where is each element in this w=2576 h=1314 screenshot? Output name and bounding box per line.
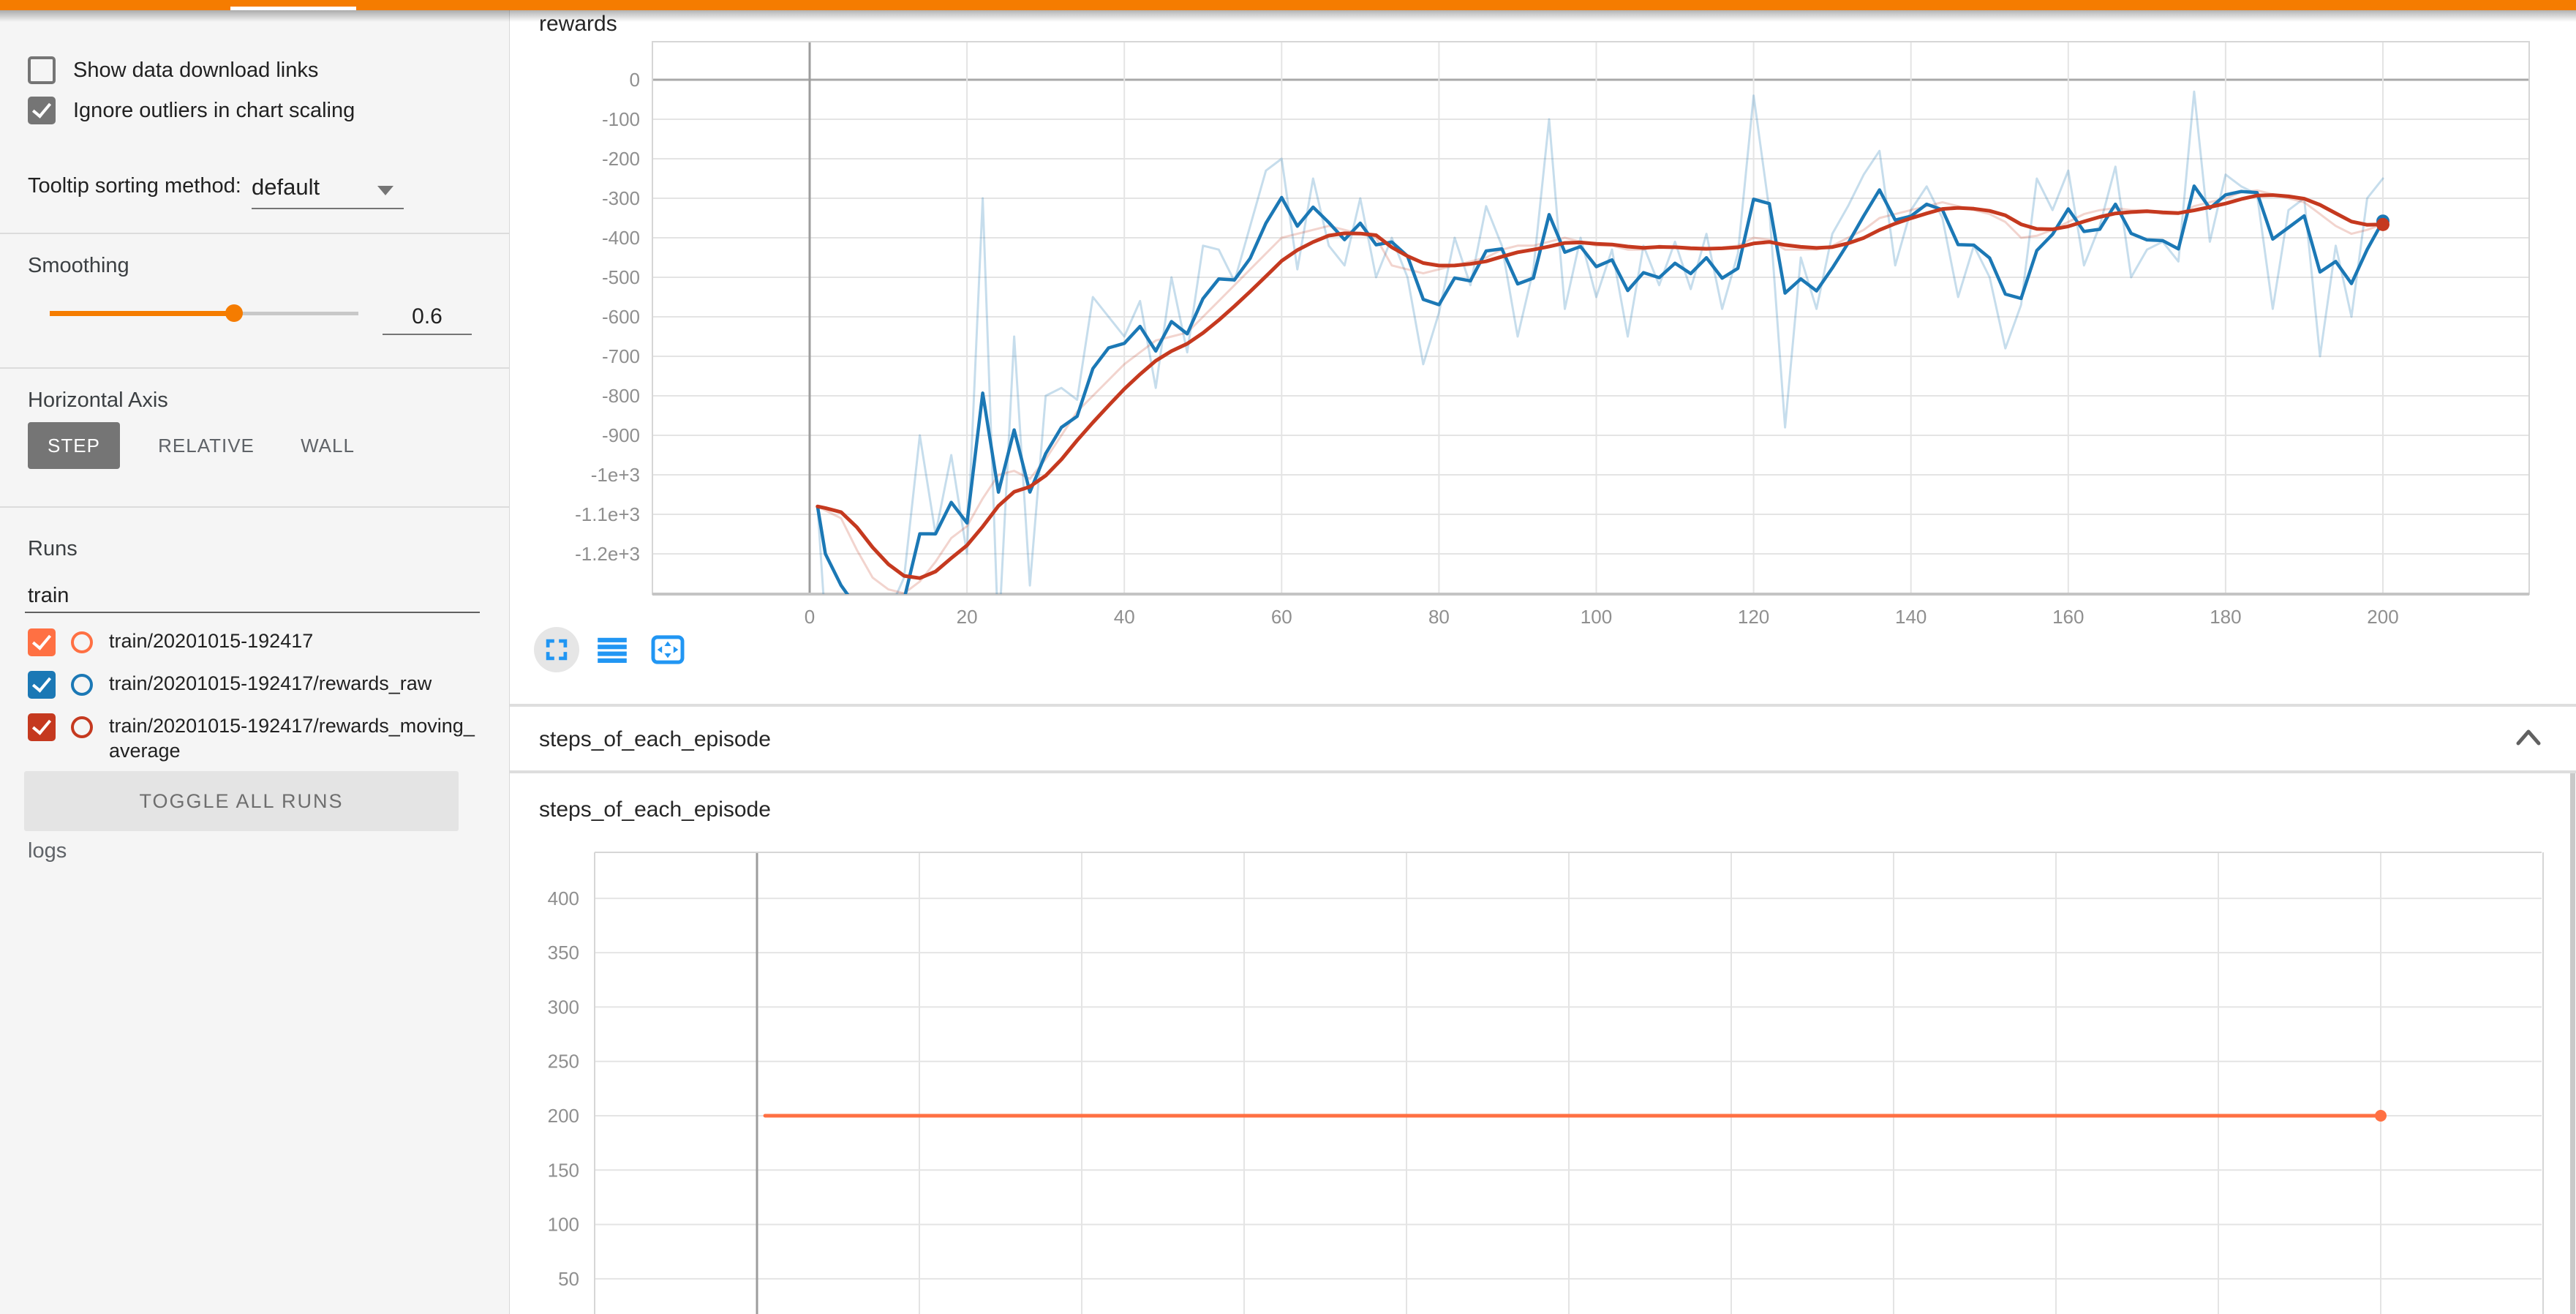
expand-chart-button[interactable]	[534, 627, 579, 672]
smoothing-value-input[interactable]	[383, 300, 472, 335]
svg-text:120: 120	[1738, 606, 1769, 628]
svg-text:-1e+3: -1e+3	[591, 464, 640, 486]
show-data-download-links-row[interactable]: Show data download links	[28, 56, 318, 85]
run-label: train/20201015-192417	[109, 628, 483, 653]
svg-text:300: 300	[548, 996, 579, 1018]
svg-text:400: 400	[548, 887, 579, 909]
svg-text:180: 180	[2210, 606, 2241, 628]
svg-text:-200: -200	[602, 148, 640, 170]
svg-text:20: 20	[957, 606, 978, 628]
fit-domain-icon	[651, 635, 685, 664]
tooltip-sorting-dropdown[interactable]: default	[252, 173, 404, 209]
runs-filter-input[interactable]	[25, 579, 480, 613]
divider	[510, 770, 2576, 773]
svg-text:-900: -900	[602, 424, 640, 446]
svg-text:200: 200	[2367, 606, 2398, 628]
header-shadow	[0, 10, 2576, 22]
svg-text:350: 350	[548, 942, 579, 964]
steps-chart-title: steps_of_each_episode	[539, 797, 771, 822]
svg-text:200: 200	[548, 1105, 579, 1127]
svg-text:0: 0	[630, 69, 640, 91]
run-radio[interactable]	[71, 674, 93, 696]
toggle-all-runs-button[interactable]: TOGGLE ALL RUNS	[24, 771, 459, 831]
fit-domain-button[interactable]	[645, 627, 690, 672]
app-header-bar	[0, 0, 2576, 10]
run-checkbox[interactable]	[28, 713, 56, 741]
svg-text:-300: -300	[602, 187, 640, 209]
divider	[0, 367, 509, 369]
ignore-outliers-row[interactable]: Ignore outliers in chart scaling	[28, 96, 355, 125]
check-icon	[32, 630, 51, 650]
divider	[510, 704, 2576, 707]
svg-text:-700: -700	[602, 345, 640, 367]
scalars-dashboard: rewards 0-100-200-300-400-500-600-700-80…	[510, 10, 2576, 1314]
steps-chart[interactable]: 400 350 300 250 200 150 100 50	[510, 849, 2576, 1314]
tooltip-sorting-label: Tooltip sorting method:	[28, 174, 241, 198]
chevron-down-icon	[377, 186, 393, 195]
fullscreen-icon	[543, 636, 570, 664]
checkbox-label: Ignore outliers in chart scaling	[73, 99, 355, 123]
horizontal-axis-label: Horizontal Axis	[28, 388, 168, 413]
svg-text:80: 80	[1428, 606, 1450, 628]
run-row[interactable]: train/20201015-192417/rewards_moving_ave…	[28, 713, 483, 763]
svg-text:-1.2e+3: -1.2e+3	[575, 543, 640, 565]
active-tab-indicator[interactable]	[230, 7, 356, 10]
check-icon	[32, 715, 51, 735]
check-icon	[32, 672, 51, 692]
svg-text:160: 160	[2052, 606, 2084, 628]
svg-text:-1.1e+3: -1.1e+3	[575, 503, 640, 525]
axis-step-button[interactable]: STEP	[28, 422, 120, 469]
run-radio[interactable]	[71, 631, 93, 653]
svg-text:250: 250	[548, 1051, 579, 1073]
settings-sidebar: Show data download links Ignore outliers…	[0, 10, 510, 1314]
check-icon	[32, 98, 51, 118]
series-list-icon	[596, 637, 628, 663]
svg-text:100: 100	[548, 1214, 579, 1236]
smoothing-slider[interactable]	[50, 309, 358, 318]
run-label: train/20201015-192417/rewards_moving_ave…	[109, 713, 483, 763]
svg-text:0: 0	[805, 606, 815, 628]
divider	[0, 233, 509, 234]
run-row[interactable]: train/20201015-192417/rewards_raw	[28, 671, 483, 699]
axis-wall-button[interactable]: WALL	[276, 422, 379, 469]
chart-toolbar	[534, 626, 690, 673]
svg-text:100: 100	[1581, 606, 1612, 628]
section-header-title: steps_of_each_episode	[539, 727, 771, 752]
runs-label: Runs	[28, 537, 78, 561]
svg-text:60: 60	[1271, 606, 1292, 628]
data-series-list-button[interactable]	[590, 627, 635, 672]
run-checkbox[interactable]	[28, 671, 56, 699]
run-checkbox[interactable]	[28, 628, 56, 656]
svg-text:50: 50	[558, 1268, 579, 1290]
axis-relative-button[interactable]: RELATIVE	[136, 422, 276, 469]
rewards-chart[interactable]: 0 -100 -200 -300 -400 -500 -600 -700 -800 -900 -1e…	[510, 0, 2576, 688]
run-radio[interactable]	[71, 716, 93, 738]
svg-text:150: 150	[548, 1159, 579, 1181]
logs-caption: logs	[28, 839, 67, 863]
show-data-download-links-checkbox[interactable]	[28, 56, 56, 84]
smoothing-label: Smoothing	[28, 254, 129, 278]
svg-text:-500: -500	[602, 266, 640, 288]
run-label: train/20201015-192417/rewards_raw	[109, 671, 483, 696]
checkbox-label: Show data download links	[73, 59, 318, 83]
svg-text:-100: -100	[602, 108, 640, 130]
ignore-outliers-checkbox[interactable]	[28, 97, 56, 124]
divider	[0, 506, 509, 508]
slider-thumb[interactable]	[225, 304, 243, 322]
svg-text:-800: -800	[602, 385, 640, 407]
slider-fill	[50, 311, 234, 316]
collapse-section-button[interactable]	[2514, 726, 2543, 751]
horizontal-axis-button-group: STEP RELATIVE WALL	[28, 422, 379, 469]
run-row[interactable]: train/20201015-192417	[28, 628, 483, 656]
svg-text:-400: -400	[602, 227, 640, 249]
svg-text:40: 40	[1114, 606, 1135, 628]
vertical-scrollbar[interactable]	[2570, 773, 2575, 1314]
svg-text:-600: -600	[602, 306, 640, 328]
tooltip-sorting-value: default	[252, 174, 320, 200]
svg-text:140: 140	[1895, 606, 1927, 628]
